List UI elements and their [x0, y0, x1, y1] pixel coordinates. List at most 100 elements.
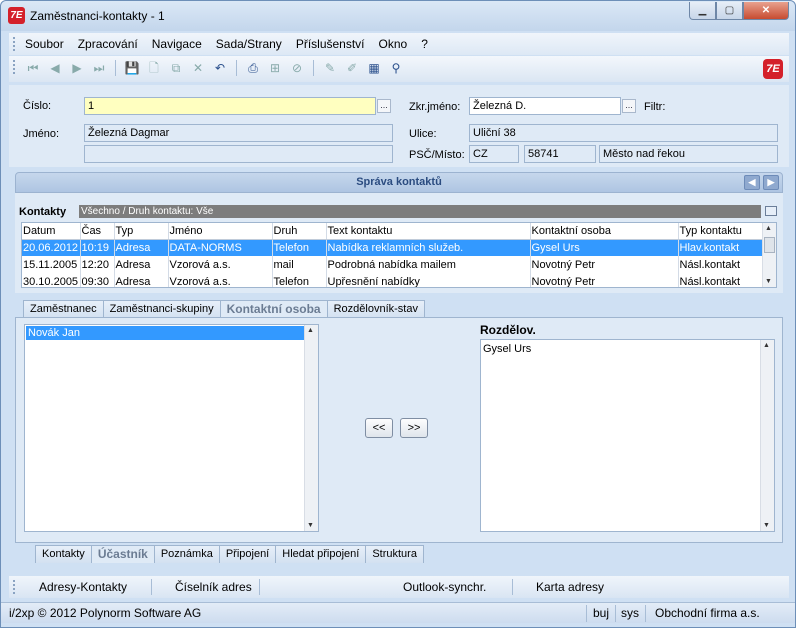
- next-record-icon[interactable]: ▶: [69, 60, 85, 76]
- menu-sada-strany[interactable]: Sada/Strany: [216, 37, 282, 51]
- col-typ[interactable]: Typ: [114, 223, 169, 240]
- list-item[interactable]: Gysel Urs: [481, 342, 774, 356]
- scroll-up-icon[interactable]: ▲: [763, 342, 770, 349]
- cell: Novotný Petr: [530, 256, 679, 273]
- tab-hledat-pripojeni[interactable]: Hledat připojení: [275, 545, 367, 563]
- title-bar[interactable]: 7E Zaměstnanci-kontakty - 1 ▁ ▢ ✕: [1, 1, 795, 31]
- grid-settings-icon[interactable]: [765, 206, 777, 216]
- new-icon[interactable]: 🗋: [146, 60, 162, 76]
- close-button[interactable]: ✕: [743, 2, 789, 20]
- undo-icon[interactable]: ↶: [212, 60, 228, 76]
- copy-icon[interactable]: ⧉: [168, 60, 184, 76]
- print-icon[interactable]: ⎙: [245, 60, 261, 76]
- ciselnik-adres-button[interactable]: Číselník adres: [175, 580, 252, 594]
- move-right-button[interactable]: >>: [400, 418, 428, 438]
- misto-field[interactable]: Město nad řekou: [599, 145, 778, 163]
- action-bar: Adresy-Kontakty Číselník adres Outlook-s…: [9, 576, 789, 598]
- cancel-icon[interactable]: ⊘: [289, 60, 305, 76]
- scroll-up-icon[interactable]: ▲: [765, 225, 772, 232]
- col-datum[interactable]: Datum: [22, 223, 81, 240]
- tab-kontakty[interactable]: Kontakty: [35, 545, 92, 563]
- minimize-button[interactable]: ▁: [689, 2, 716, 20]
- first-record-icon[interactable]: ⏮: [25, 60, 41, 76]
- actionbar-grip-icon[interactable]: [13, 580, 15, 594]
- maximize-button[interactable]: ▢: [716, 2, 743, 20]
- list-item[interactable]: Novák Jan: [26, 326, 317, 340]
- distribution-list[interactable]: Gysel Urs ▲ ▼: [480, 339, 775, 532]
- toolbar-grip-icon[interactable]: [13, 60, 15, 74]
- karta-adresy-button[interactable]: Karta adresy: [536, 580, 604, 594]
- save-icon[interactable]: 💾: [124, 60, 140, 76]
- table-row[interactable]: 20.06.2012 10:19 Adresa DATA-NORMS Telef…: [22, 239, 764, 256]
- zkr-field[interactable]: Železná D.: [469, 97, 621, 115]
- scroll-down-icon[interactable]: ▼: [307, 522, 314, 529]
- edit-pen-icon[interactable]: ✎: [322, 60, 338, 76]
- cell: Upřesnění nabídky: [326, 273, 531, 287]
- zkr-lookup-button[interactable]: ...: [622, 99, 636, 113]
- tab-rozdelovnik-stav[interactable]: Rozdělovník-stav: [326, 300, 425, 318]
- tab-zamestnanec[interactable]: Zaměstnanec: [23, 300, 104, 318]
- app-logo-icon[interactable]: 7E: [8, 7, 25, 24]
- jmeno-field-2[interactable]: [84, 145, 393, 163]
- section-next-icon[interactable]: ▶: [763, 175, 779, 190]
- structure-icon[interactable]: ⊞: [267, 60, 283, 76]
- col-druh[interactable]: Druh: [272, 223, 327, 240]
- tab-struktura[interactable]: Struktura: [365, 545, 424, 563]
- filter-icon[interactable]: ⚲: [388, 60, 404, 76]
- cislo-field[interactable]: 1: [84, 97, 376, 115]
- jmeno-field[interactable]: Železná Dagmar: [84, 124, 393, 142]
- adresy-kontakty-button[interactable]: Adresy-Kontakty: [39, 580, 127, 594]
- country-field[interactable]: CZ: [469, 145, 519, 163]
- tab-zamestnanci-skupiny[interactable]: Zaměstnanci-skupiny: [102, 300, 221, 318]
- scroll-down-icon[interactable]: ▼: [763, 522, 770, 529]
- cell: Adresa: [114, 239, 169, 256]
- app-window: 7E Zaměstnanci-kontakty - 1 ▁ ▢ ✕ Soubor…: [0, 0, 796, 628]
- menu-prislusenstvi[interactable]: Příslušenství: [296, 37, 365, 51]
- scroll-up-icon[interactable]: ▲: [307, 327, 314, 334]
- list-scrollbar[interactable]: ▲ ▼: [760, 340, 774, 531]
- cell: Telefon: [272, 273, 327, 287]
- detail-tabs: Zaměstnanec Zaměstnanci-skupiny Kontaktn…: [23, 300, 425, 318]
- table-row[interactable]: 30.10.2005 09:30 Adresa Vzorová a.s. Tel…: [22, 273, 764, 287]
- list-scrollbar[interactable]: ▲ ▼: [304, 325, 318, 531]
- psc-field[interactable]: 58741: [524, 145, 596, 163]
- scroll-thumb[interactable]: [764, 237, 775, 253]
- status-bar: i/2xp © 2012 Polynorm Software AG buj sy…: [1, 602, 795, 623]
- prev-record-icon[interactable]: ◀: [47, 60, 63, 76]
- ulice-field[interactable]: Uliční 38: [469, 124, 778, 142]
- toolbar-separator: [313, 60, 314, 76]
- col-cas[interactable]: Čas: [80, 223, 115, 240]
- menu-soubor[interactable]: Soubor: [25, 37, 64, 51]
- section-prev-icon[interactable]: ◀: [744, 175, 760, 190]
- cell: Násl.kontakt: [678, 256, 764, 273]
- tab-kontaktni-osoba[interactable]: Kontaktní osoba: [219, 300, 328, 318]
- menu-okno[interactable]: Okno: [379, 37, 408, 51]
- tab-poznamka[interactable]: Poznámka: [153, 545, 220, 563]
- cell: 09:30: [80, 273, 115, 287]
- outlook-synchr-button[interactable]: Outlook-synchr.: [403, 580, 486, 594]
- menu-grip-icon[interactable]: [13, 37, 15, 51]
- bottom-tabs: Kontakty Účastník Poznámka Připojení Hle…: [35, 545, 424, 563]
- cislo-lookup-button[interactable]: ...: [377, 99, 391, 113]
- move-left-button[interactable]: <<: [365, 418, 393, 438]
- col-typ-kontaktu[interactable]: Typ kontaktu: [678, 223, 764, 240]
- tab-pripojeni[interactable]: Připojení: [218, 545, 277, 563]
- menu-navigace[interactable]: Navigace: [152, 37, 202, 51]
- col-osoba[interactable]: Kontaktní osoba: [530, 223, 679, 240]
- edit-pen2-icon[interactable]: ✐: [344, 60, 360, 76]
- menu-zpracovani[interactable]: Zpracování: [78, 37, 138, 51]
- tab-ucastnik[interactable]: Účastník: [90, 545, 155, 563]
- menu-help[interactable]: ?: [421, 37, 428, 51]
- table-export-icon[interactable]: ▦: [366, 60, 382, 76]
- contacts-label: Kontakty: [19, 206, 67, 218]
- last-record-icon[interactable]: ⏭: [91, 60, 107, 76]
- contacts-grid: Datum Čas Typ Jméno Druh Text kontaktu K…: [21, 222, 777, 288]
- grid-scrollbar[interactable]: ▲ ▼: [762, 223, 776, 287]
- delete-icon[interactable]: ✕: [190, 60, 206, 76]
- scroll-down-icon[interactable]: ▼: [765, 278, 772, 285]
- available-persons-list[interactable]: Novák Jan ▲ ▼: [24, 324, 319, 532]
- col-jmeno[interactable]: Jméno: [168, 223, 273, 240]
- contacts-filter-bar[interactable]: Všechno / Druh kontaktu: Vše: [79, 205, 761, 218]
- col-text[interactable]: Text kontaktu: [326, 223, 531, 240]
- table-row[interactable]: 15.11.2005 12:20 Adresa Vzorová a.s. mai…: [22, 256, 764, 273]
